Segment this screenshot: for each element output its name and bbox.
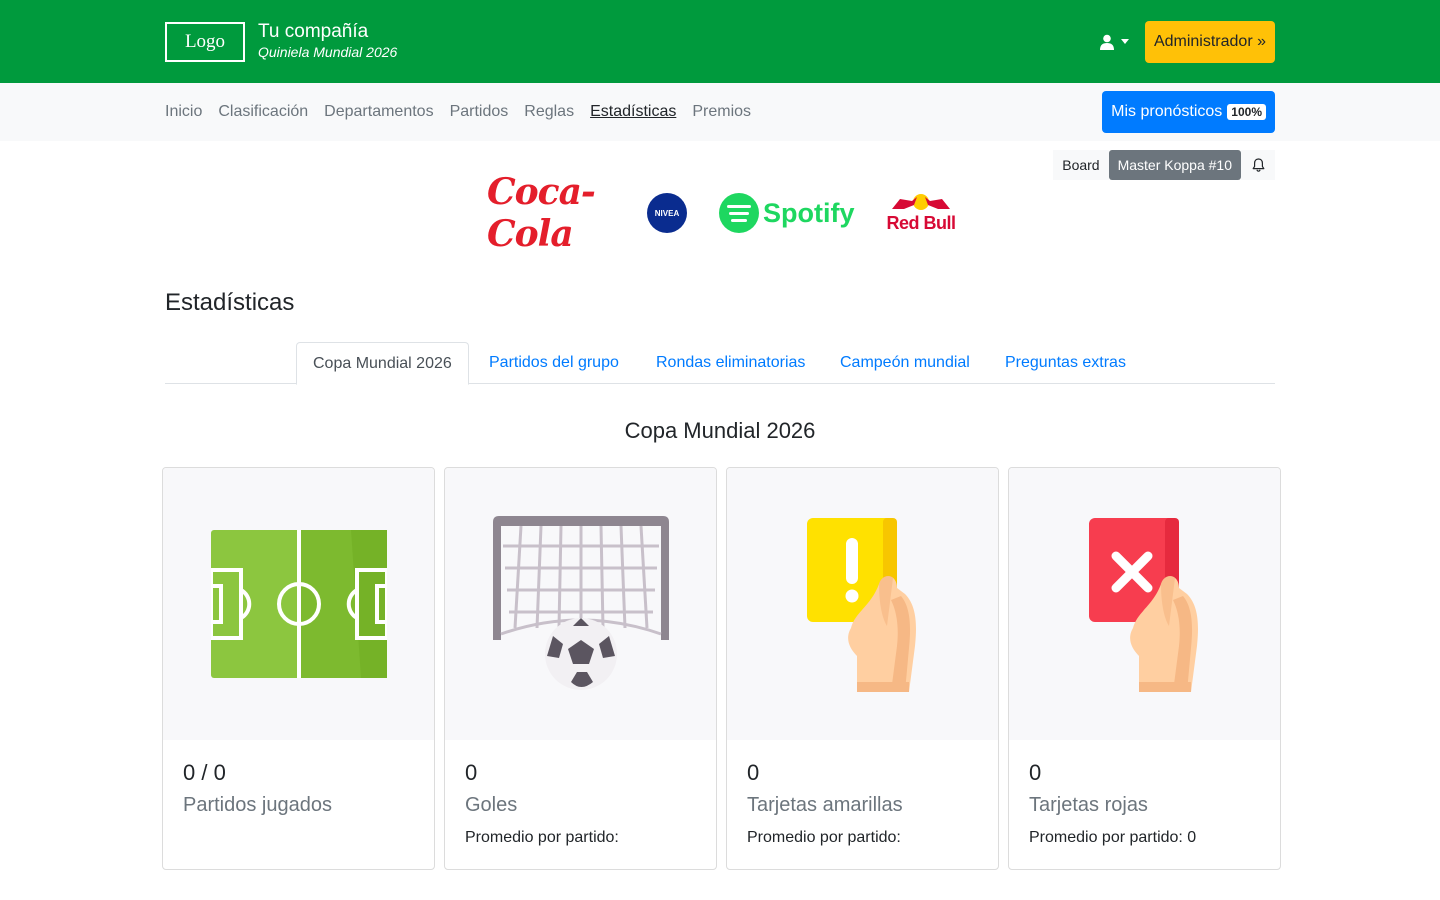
brand: Tu compañía Quiniela Mundial 2026 bbox=[258, 21, 398, 61]
stat-average: Promedio por partido: bbox=[747, 829, 901, 846]
stat-value: 0 bbox=[1029, 760, 1042, 785]
section-title: Copa Mundial 2026 bbox=[624, 418, 816, 443]
tab-rondas-eliminatorias[interactable]: Rondas eliminatorias bbox=[656, 342, 805, 384]
redbull-logo: Red Bull bbox=[887, 193, 956, 234]
board-button[interactable]: Board bbox=[1053, 150, 1109, 180]
page-title: Estadísticas bbox=[165, 289, 295, 316]
nivea-logo: NIVEA bbox=[647, 193, 687, 233]
predictions-progress-badge: 100% bbox=[1227, 104, 1266, 120]
bulls-icon bbox=[892, 193, 950, 210]
board-button-group: Board Master Koppa #10 bbox=[1053, 150, 1275, 180]
main-nav: Inicio Clasificación Departamentos Parti… bbox=[0, 83, 1440, 141]
tab-preguntas-extras[interactable]: Preguntas extras bbox=[1005, 342, 1126, 384]
stat-card-matches: 0 / 0 Partidos jugados bbox=[162, 467, 435, 870]
redbull-wordmark: Red Bull bbox=[886, 212, 957, 233]
chevron-down-icon bbox=[1120, 39, 1129, 44]
tab-copa-mundial[interactable]: Copa Mundial 2026 bbox=[296, 342, 469, 385]
top-header: Logo Tu compañía Quiniela Mundial 2026 A… bbox=[0, 0, 1440, 83]
nav-item-premios[interactable]: Premios bbox=[692, 103, 751, 121]
card-image bbox=[445, 468, 716, 740]
stats-tabs: Copa Mundial 2026 Partidos del grupo Ron… bbox=[165, 342, 1275, 385]
stat-value: 0 / 0 bbox=[183, 760, 226, 785]
stat-label: Tarjetas amarillas bbox=[747, 794, 903, 816]
admin-button[interactable]: Administrador » bbox=[1144, 20, 1275, 63]
nav-item-partidos[interactable]: Partidos bbox=[450, 103, 509, 121]
card-image bbox=[163, 468, 434, 740]
nav-item-departamentos[interactable]: Departamentos bbox=[324, 103, 433, 121]
nav-item-inicio[interactable]: Inicio bbox=[165, 103, 202, 121]
nav-item-estadisticas[interactable]: Estadísticas bbox=[590, 103, 676, 121]
stat-label: Tarjetas rojas bbox=[1029, 794, 1148, 816]
stat-average: Promedio por partido: bbox=[465, 829, 619, 846]
stat-card-yellow: 0 Tarjetas amarillas Promedio por partid… bbox=[726, 467, 999, 870]
stat-value: 0 bbox=[465, 760, 478, 785]
tab-campeon-mundial[interactable]: Campeón mundial bbox=[840, 342, 970, 384]
stat-card-red: 0 Tarjetas rojas Promedio por partido: 0 bbox=[1008, 467, 1281, 870]
logo[interactable]: Logo bbox=[165, 21, 245, 62]
my-predictions-button[interactable]: Mis pronósticos 100% bbox=[1102, 91, 1275, 133]
user-menu-toggle[interactable] bbox=[1099, 34, 1129, 50]
yellow-card-icon bbox=[806, 518, 916, 692]
user-icon bbox=[1099, 34, 1114, 50]
sponsor-logos: Coca-Cola NIVEA Spotify Red Bull bbox=[487, 171, 957, 255]
goal-net-icon bbox=[492, 516, 669, 690]
spotify-logo: Spotify bbox=[719, 193, 855, 233]
stats-cards: 0 / 0 Partidos jugados 0 Goles Promedio … bbox=[162, 467, 1281, 870]
stat-card-goals: 0 Goles Promedio por partido: bbox=[444, 467, 717, 870]
league-select-button[interactable]: Master Koppa #10 bbox=[1108, 150, 1241, 180]
nav-item-clasificacion[interactable]: Clasificación bbox=[218, 103, 308, 121]
soccer-field-icon bbox=[210, 530, 387, 678]
card-image bbox=[1009, 468, 1280, 740]
bell-icon bbox=[1252, 158, 1264, 172]
spotify-icon bbox=[719, 193, 759, 233]
app-subtitle: Quiniela Mundial 2026 bbox=[258, 44, 398, 61]
stat-value: 0 bbox=[747, 760, 760, 785]
spotify-wordmark: Spotify bbox=[763, 197, 855, 228]
cocacola-logo: Coca-Cola bbox=[487, 171, 596, 255]
card-image bbox=[727, 468, 998, 740]
tab-partidos-grupo[interactable]: Partidos del grupo bbox=[489, 342, 619, 384]
company-name: Tu compañía bbox=[258, 21, 369, 43]
notifications-button[interactable] bbox=[1241, 150, 1275, 180]
stat-label: Partidos jugados bbox=[183, 794, 332, 816]
nav-item-reglas[interactable]: Reglas bbox=[524, 103, 574, 121]
stat-label: Goles bbox=[465, 794, 518, 816]
stat-average: Promedio por partido: 0 bbox=[1029, 829, 1197, 846]
red-card-icon bbox=[1088, 518, 1198, 692]
my-predictions-label: Mis pronósticos bbox=[1111, 103, 1223, 120]
